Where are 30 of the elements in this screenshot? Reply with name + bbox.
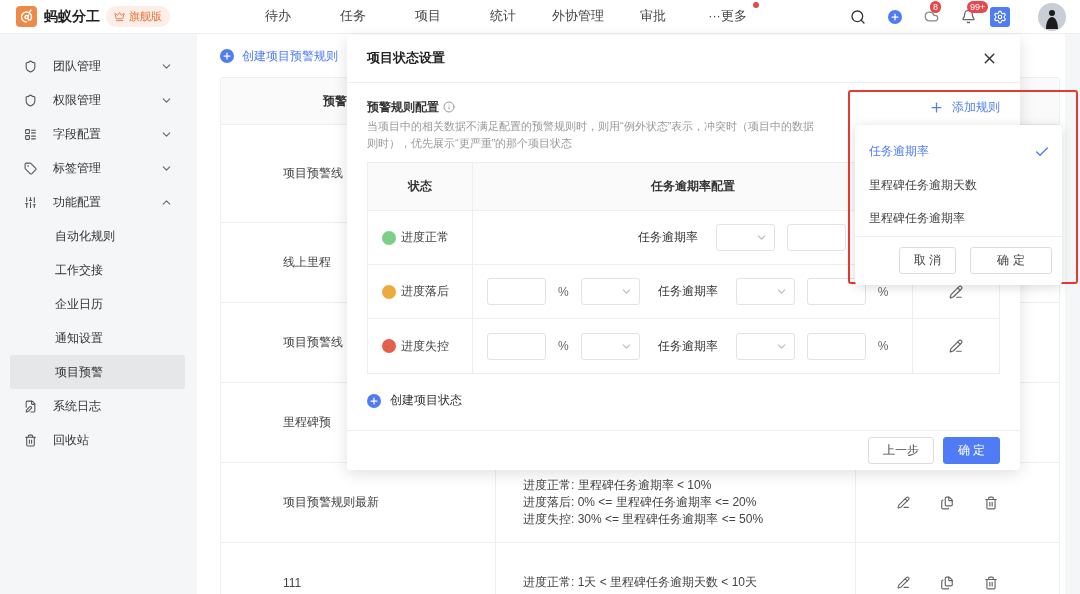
column-header: 预警 <box>322 92 347 110</box>
sidebar-label: 标签管理 <box>53 159 101 177</box>
sidebar-label: 权限管理 <box>53 91 101 109</box>
rule-text: 进度正常: 里程碑任务逾期率 < 10% <box>523 477 713 494</box>
app-name: 蚂蚁分工 <box>44 7 100 26</box>
rule-text: 进度正常: 1天 < 里程碑任务逾期天数 < 10天 <box>523 574 759 591</box>
count-badge: 8 <box>930 1 941 13</box>
unit-label: % <box>877 339 889 353</box>
metric-label: 任务逾期率 <box>657 337 718 355</box>
sidebar-label: 团队管理 <box>53 57 101 75</box>
table-cell: 111 <box>221 543 496 594</box>
unit-label: % <box>558 339 569 353</box>
unit-label: % <box>558 284 569 299</box>
metric-label: 任务逾期率 <box>657 283 718 300</box>
sidebar-label: 功能配置 <box>53 193 101 211</box>
status-label: 进度失控 <box>401 337 449 355</box>
status-label: 进度落后 <box>401 283 449 300</box>
unit-label: % <box>877 284 889 299</box>
modal-title: 项目状态设置 <box>367 50 445 67</box>
sidebar-label: 字段配置 <box>53 125 101 143</box>
section-title: 预警规则配置 <box>367 98 439 116</box>
count-badge: 99+ <box>967 1 989 13</box>
rule-text: 进度落后: 0% <= 里程碑任务逾期率 <= 20% <box>523 494 758 511</box>
sidebar-label: 回收站 <box>53 431 89 449</box>
edition-badge: 旗舰版 <box>106 6 170 27</box>
sidebar-label: 系统日志 <box>53 397 101 415</box>
column-header: 状态 <box>368 163 473 210</box>
rule-text: 进度失控: 30% <= 里程碑任务逾期率 <= 50% <box>523 511 765 528</box>
status-label: 进度正常 <box>401 229 449 246</box>
metric-label: 任务逾期率 <box>638 229 698 246</box>
